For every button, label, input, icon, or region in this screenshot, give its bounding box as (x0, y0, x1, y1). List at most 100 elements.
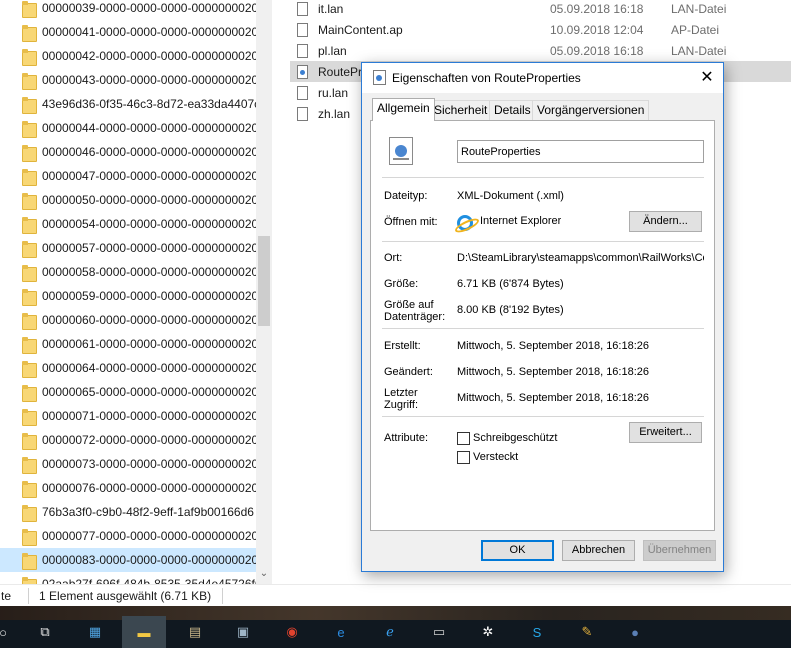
folder-icon (22, 144, 37, 162)
file-row[interactable]: pl.lan 05.09.2018 16:18 LAN-Datei (290, 40, 791, 61)
tree-item[interactable]: 00000046-0000-0000-0000-000000002014 (0, 140, 258, 164)
readonly-label[interactable]: Schreibgeschützt (473, 432, 557, 444)
tree-item[interactable]: 00000057-0000-0000-0000-000000002015 (0, 236, 258, 260)
tree-item[interactable]: 00000083-0000-0000-0000-000000002018 (0, 548, 258, 572)
modified-label: Geändert: (384, 366, 433, 378)
folder-icon (22, 216, 37, 234)
search-icon[interactable]: ○ (0, 624, 14, 640)
paint-icon[interactable]: ✎ (576, 624, 598, 640)
advanced-button[interactable]: Erweitert... (629, 422, 702, 443)
readonly-checkbox[interactable] (457, 432, 470, 445)
size-on-disk-label-2: Datenträger: (384, 311, 446, 323)
tree-item-label: 00000076-0000-0000-0000-000000002017 (42, 481, 258, 495)
tree-item[interactable]: 00000044-0000-0000-0000-000000002014 (0, 116, 258, 140)
folder-icon (22, 360, 37, 378)
chrome-icon[interactable]: ◉ (281, 624, 303, 640)
task-view-icon[interactable]: ⧉ (34, 624, 56, 640)
accessed-label: Letzter (384, 387, 418, 399)
tree-item[interactable]: 00000059-0000-0000-0000-000000002015 (0, 284, 258, 308)
file-name-input[interactable] (457, 140, 704, 163)
tree-item[interactable]: 00000077-0000-0000-0000-000000002017 (0, 524, 258, 548)
file-date: 05.09.2018 16:18 (550, 1, 644, 16)
tree-item-label: 00000059-0000-0000-0000-000000002015 (42, 289, 258, 303)
game-icon[interactable]: ▭ (428, 624, 450, 640)
notes-icon[interactable]: ▤ (184, 624, 206, 640)
tree-item[interactable]: 00000039-0000-0000-0000-000000002014 (0, 0, 258, 20)
file-row[interactable]: it.lan 05.09.2018 16:18 LAN-Datei (290, 0, 791, 19)
tree-item[interactable]: 00000071-0000-0000-0000-000000002016 (0, 404, 258, 428)
file-explorer-icon[interactable]: ▬ (133, 624, 155, 640)
file-row[interactable]: MainContent.ap 10.09.2018 12:04 AP-Datei (290, 19, 791, 40)
location-label: Ort: (384, 252, 403, 264)
tab-details[interactable]: Details (489, 100, 536, 120)
tab-general[interactable]: Allgemein (372, 98, 435, 121)
tree-item-label: 43e96d36-0f35-46c3-8d72-ea33da4407cc (42, 97, 258, 111)
tree-item[interactable]: 02aab27f-696f-484b-8535-35d4e45726f61 (0, 572, 258, 584)
dialog-titlebar[interactable]: Eigenschaften von RouteProperties ✕ (362, 63, 723, 93)
tree-item[interactable]: 00000043-0000-0000-0000-000000002014 (0, 68, 258, 92)
modified-value: Mittwoch, 5. September 2018, 16:18:26 (457, 366, 650, 378)
cancel-button[interactable]: Abbrechen (562, 540, 635, 561)
change-button[interactable]: Ändern... (629, 211, 702, 232)
folder-icon (22, 384, 37, 402)
file-name: it.lan (318, 1, 344, 16)
tree-item[interactable]: 43e96d36-0f35-46c3-8d72-ea33da4407cc (0, 92, 258, 116)
tree-scrollbar[interactable]: ⌄ (256, 0, 272, 584)
xml-file-icon (373, 70, 386, 85)
scroll-down-arrow-icon[interactable]: ⌄ (256, 566, 272, 582)
folder-icon (22, 72, 37, 90)
tree-item[interactable]: 00000060-0000-0000-0000-000000002015 (0, 308, 258, 332)
taskbar: ○ ⧉ ▦ ▬ ▤ ▣ ◉ e ℯ ▭ ✲ S ✎ ● (0, 606, 791, 648)
folder-icon (22, 504, 37, 522)
tree-item[interactable]: 00000076-0000-0000-0000-000000002017 (0, 476, 258, 500)
ok-button[interactable]: OK (481, 540, 554, 561)
created-label: Erstellt: (384, 340, 421, 352)
tree-item-label: 00000064-0000-0000-0000-000000002016 (42, 361, 258, 375)
calculator-icon[interactable]: ▣ (232, 624, 254, 640)
file-icon (297, 85, 308, 100)
dialog-title: Eigenschaften von RouteProperties (392, 71, 581, 85)
tree-item[interactable]: 00000058-0000-0000-0000-000000002015 (0, 260, 258, 284)
store-icon[interactable]: ▦ (84, 624, 106, 640)
separator (382, 241, 704, 242)
tree-item-label: 00000054-0000-0000-0000-000000002014 (42, 217, 258, 231)
tree-item[interactable]: 00000047-0000-0000-0000-000000002014 (0, 164, 258, 188)
selection-status: 1 Element ausgewählt (6.71 KB) (39, 588, 212, 603)
steam-icon[interactable]: ● (624, 624, 646, 640)
tab-security[interactable]: Sicherheit (429, 100, 493, 120)
apply-button[interactable]: Übernehmen (643, 540, 716, 561)
status-divider (222, 587, 224, 604)
tree-scroll-thumb[interactable] (258, 236, 270, 326)
folder-icon (22, 24, 37, 42)
separator (382, 177, 704, 178)
tree-item[interactable]: 00000064-0000-0000-0000-000000002016 (0, 356, 258, 380)
hidden-checkbox[interactable] (457, 451, 470, 464)
tree-item-label: 00000071-0000-0000-0000-000000002016 (42, 409, 258, 423)
tree-item[interactable]: 00000072-0000-0000-0000-000000002016 (0, 428, 258, 452)
tab-previous-versions[interactable]: Vorgängerversionen (532, 100, 650, 120)
hidden-label[interactable]: Versteckt (473, 451, 518, 463)
tree-item[interactable]: 00000065-0000-0000-0000-000000002016 (0, 380, 258, 404)
edge-icon[interactable]: e (330, 624, 352, 640)
tree-item[interactable]: 00000061-0000-0000-0000-000000002016 (0, 332, 258, 356)
settings-icon[interactable]: ✲ (477, 624, 499, 640)
tree-item[interactable]: 00000042-0000-0000-0000-000000002014 (0, 44, 258, 68)
internet-explorer-icon (457, 215, 473, 231)
tree-item[interactable]: 76b3a3f0-c9b0-48f2-9eff-1af9b00166d6 (0, 500, 258, 524)
folder-icon (22, 312, 37, 330)
close-icon[interactable]: ✕ (695, 66, 719, 90)
file-type: LAN-Datei (671, 1, 727, 16)
folder-icon (22, 0, 37, 18)
folder-icon (22, 432, 37, 450)
skype-icon[interactable]: S (526, 624, 548, 640)
tree-item-label: 00000041-0000-0000-0000-000000002014 (42, 25, 258, 39)
tree-item[interactable]: 00000073-0000-0000-0000-000000002017 (0, 452, 258, 476)
file-date: 10.09.2018 12:04 (550, 22, 644, 37)
tree-item[interactable]: 00000054-0000-0000-0000-000000002014 (0, 212, 258, 236)
tree-item-label: 00000050-0000-0000-0000-000000002014 (42, 193, 258, 207)
tree-item[interactable]: 00000050-0000-0000-0000-000000002014 (0, 188, 258, 212)
folder-icon (22, 168, 37, 186)
size-label: Größe: (384, 278, 419, 290)
internet-explorer-icon[interactable]: ℯ (379, 624, 401, 640)
tree-item[interactable]: 00000041-0000-0000-0000-000000002014 (0, 20, 258, 44)
